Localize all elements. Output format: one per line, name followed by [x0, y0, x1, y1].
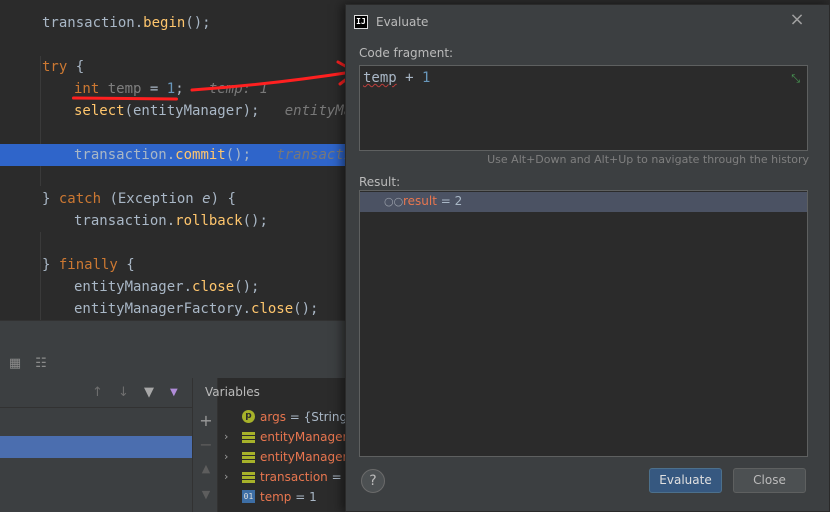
debug-toolbar: ▦ ☷: [0, 350, 345, 378]
close-button[interactable]: Close: [733, 468, 806, 493]
variable-row[interactable]: 01 temp = 1: [218, 487, 345, 507]
help-button[interactable]: ?: [361, 469, 385, 493]
frames-list[interactable]: [0, 408, 192, 512]
code-fragment-label: Code fragment:: [359, 46, 454, 60]
frame-selected-row[interactable]: [0, 436, 192, 458]
variable-value: = {String[0: [289, 410, 345, 424]
variable-name: temp: [260, 490, 292, 504]
result-label: Result:: [359, 175, 401, 189]
expand-icon[interactable]: ›: [224, 427, 228, 447]
move-down-icon[interactable]: ▼: [198, 487, 214, 503]
intellij-logo-icon: IJ: [354, 15, 368, 29]
dialog-titlebar[interactable]: IJ Evaluate ×: [346, 5, 829, 39]
variable-name: args: [260, 410, 286, 424]
variable-row[interactable]: ›entityManager =: [218, 447, 345, 467]
variable-value: = {T: [331, 470, 345, 484]
variable-row[interactable]: › entityManagerFa: [218, 427, 345, 447]
01-icon: 01: [242, 490, 255, 503]
collapse-icon[interactable]: ⤡: [791, 73, 800, 85]
remove-watch-icon[interactable]: −: [198, 437, 214, 453]
frames-header: ↑ ↓ ▼ ▼: [0, 378, 192, 408]
list-icon: [242, 472, 255, 483]
arrow-up-icon[interactable]: ↑: [92, 386, 103, 400]
list-icon: [242, 432, 255, 443]
list-icon: [242, 452, 255, 463]
variables-tree[interactable]: pargs = {String[0›entityManagerFa›entity…: [218, 403, 345, 512]
filter-icon[interactable]: ▼: [144, 386, 154, 400]
result-value: = 2: [436, 194, 463, 208]
variable-row[interactable]: › transaction = {T: [218, 467, 345, 487]
expand-icon[interactable]: ›: [224, 467, 228, 487]
result-row[interactable]: ○○ result = 2: [360, 192, 807, 212]
variable-name: transaction: [260, 470, 328, 484]
result-tree[interactable]: ○○ result = 2: [359, 190, 808, 457]
move-up-icon[interactable]: ▲: [198, 461, 214, 477]
glasses-icon: ○○: [384, 195, 404, 208]
threads-icon[interactable]: ☷: [34, 357, 48, 371]
variable-name: entityManager: [260, 450, 345, 464]
evaluate-button[interactable]: Evaluate: [649, 468, 722, 493]
history-hint: Use Alt+Down and Alt+Up to navigate thro…: [487, 153, 809, 166]
variable-row[interactable]: pargs = {String[0: [218, 407, 345, 427]
variable-name: entityManagerFa: [260, 430, 345, 444]
variables-title: Variables: [205, 385, 260, 399]
p-icon: p: [242, 410, 255, 423]
arrow-down-icon[interactable]: ↓: [118, 386, 129, 400]
result-name: result: [403, 194, 437, 208]
dropdown-icon[interactable]: ▼: [170, 386, 178, 400]
code-fragment-text[interactable]: temp + 1: [363, 70, 430, 86]
expand-icon[interactable]: ›: [224, 447, 228, 467]
code-fragment-input[interactable]: temp + 1 ⤡: [359, 65, 808, 151]
add-watch-icon[interactable]: +: [198, 413, 214, 429]
dialog-title: Evaluate: [376, 15, 429, 29]
variable-value: = 1: [291, 490, 317, 504]
close-icon[interactable]: ×: [789, 11, 805, 29]
evaluate-dialog: IJ Evaluate × Code fragment: temp + 1 ⤡ …: [345, 4, 830, 512]
table-icon[interactable]: ▦: [8, 357, 22, 371]
